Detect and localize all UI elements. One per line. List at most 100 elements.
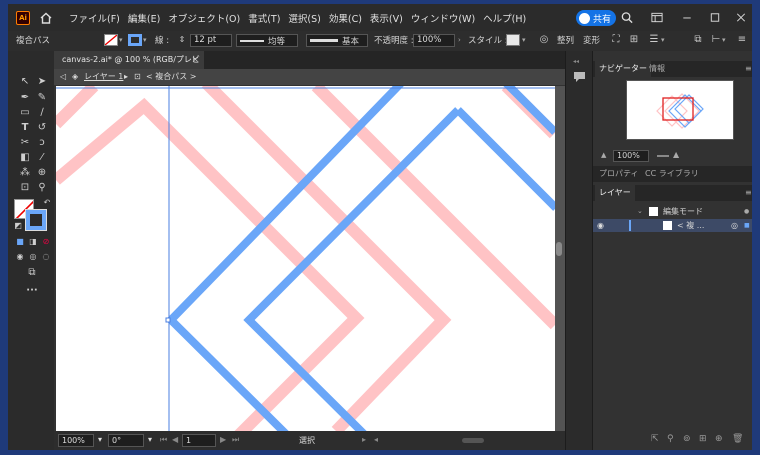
- menu-edit[interactable]: 編集(E): [124, 11, 164, 25]
- shape-edit-icon[interactable]: ⊞: [628, 34, 640, 46]
- eyedropper-tool-icon[interactable]: ⁄: [35, 151, 49, 165]
- zoom-slider[interactable]: [657, 155, 669, 157]
- zoom-input[interactable]: 100%: [58, 434, 94, 447]
- rotation-dropdown-icon[interactable]: ▾: [148, 435, 152, 444]
- rectangle-tool-icon[interactable]: ▭: [18, 106, 32, 120]
- comments-icon[interactable]: [573, 71, 586, 83]
- stroke-color-box[interactable]: [25, 209, 47, 231]
- close-tab-icon[interactable]: ×: [191, 51, 199, 69]
- navigator-menu-icon[interactable]: ≡: [741, 61, 752, 77]
- symbol-sprayer-tool-icon[interactable]: ⁂: [18, 166, 32, 180]
- screen-mode-icon[interactable]: ⧉: [25, 266, 39, 280]
- pin-dropdown-icon[interactable]: ▾: [722, 34, 729, 46]
- type-tool-icon[interactable]: T: [18, 121, 32, 135]
- workspace-switcher-icon[interactable]: [650, 11, 664, 24]
- menu-window[interactable]: ウィンドウ(W): [407, 11, 479, 25]
- pin-icon[interactable]: ⊢: [710, 34, 722, 46]
- pencil-tool-icon[interactable]: ✎: [35, 91, 49, 105]
- last-artboard-icon[interactable]: ⏭: [232, 435, 239, 445]
- recolor-icon[interactable]: ◎: [538, 34, 550, 46]
- layer-row[interactable]: ⌄ 編集モード ●: [593, 205, 752, 218]
- minimize-icon[interactable]: [680, 11, 694, 24]
- maximize-icon[interactable]: [708, 11, 722, 24]
- arrange-documents-icon[interactable]: ⧉: [692, 34, 704, 46]
- tab-properties[interactable]: プロパティ: [595, 166, 643, 182]
- fill-swatch[interactable]: [104, 34, 118, 46]
- zoom-dropdown-icon[interactable]: ▾: [98, 435, 102, 444]
- layers-menu-icon[interactable]: ≡: [741, 185, 752, 201]
- tab-navigator[interactable]: ナビゲーター: [595, 61, 651, 77]
- none-mode-icon[interactable]: ⊘: [39, 235, 53, 249]
- tab-libraries[interactable]: CC ライブラリ: [641, 166, 703, 182]
- home-icon[interactable]: [39, 11, 53, 25]
- stroke-weight-stepper-icon[interactable]: ⇕: [176, 34, 188, 46]
- tab-layers[interactable]: レイヤー: [595, 185, 635, 201]
- search-icon[interactable]: [620, 11, 634, 24]
- delete-icon[interactable]: 🗑: [732, 434, 743, 444]
- artboard-canvas[interactable]: [56, 86, 555, 431]
- pen-tool-icon[interactable]: ✒: [18, 91, 32, 105]
- variable-width-profile[interactable]: 均等: [236, 34, 298, 47]
- canvas-vertical-scrollbar[interactable]: [555, 86, 565, 431]
- chevron-down-icon[interactable]: ⌄: [637, 205, 643, 218]
- menu-help[interactable]: ヘルプ(H): [479, 11, 530, 25]
- menu-file[interactable]: ファイル(F): [65, 11, 124, 25]
- quick-actions-icon[interactable]: ☰: [648, 34, 660, 46]
- menu-type[interactable]: 書式(T): [244, 11, 284, 25]
- selection-tool-icon[interactable]: ↖: [18, 75, 32, 89]
- status-arrow-icon[interactable]: ▸: [362, 435, 366, 444]
- breadcrumb-layer[interactable]: レイヤー 1: [84, 69, 123, 85]
- sublayer-target-icon[interactable]: ◎: [731, 219, 738, 232]
- gradient-mode-icon[interactable]: ◨: [26, 235, 40, 249]
- panel-menu-icon[interactable]: ≡: [736, 34, 748, 46]
- tab-info[interactable]: 情報: [645, 61, 669, 77]
- layer-row-selected[interactable]: ◉ < 複 ... ◎ ■: [593, 219, 752, 232]
- stroke-dropdown-icon[interactable]: ▾: [143, 34, 150, 46]
- artboard-tool-icon[interactable]: ⊡: [18, 181, 32, 195]
- panel-collapse-icon[interactable]: ◂◂: [573, 58, 579, 65]
- horizontal-scrollbar-thumb[interactable]: [462, 438, 484, 443]
- first-artboard-icon[interactable]: ⏮: [160, 435, 167, 445]
- zoom-tool-icon[interactable]: ⚲: [35, 181, 49, 195]
- opacity-arrow-icon[interactable]: ›: [458, 34, 465, 46]
- scissors-tool-icon[interactable]: ✂: [18, 136, 32, 150]
- share-button[interactable]: 共有: [576, 10, 616, 26]
- rotation-input[interactable]: 0°: [108, 434, 144, 447]
- transform-link[interactable]: 変形: [583, 34, 600, 46]
- back-arrow-icon[interactable]: ◁: [60, 69, 66, 85]
- quick-actions-dropdown-icon[interactable]: ▾: [661, 34, 668, 46]
- menu-effect[interactable]: 効果(C): [325, 11, 366, 25]
- selection-indicator-icon[interactable]: ■: [744, 219, 750, 232]
- color-mode-icon[interactable]: ■: [13, 235, 27, 249]
- shape-builder-tool-icon[interactable]: ⊕: [35, 166, 49, 180]
- document-tab[interactable]: canvas-2.ai* @ 100 % (RGB/プレビュー) ×: [54, 51, 204, 82]
- gradient-tool-icon[interactable]: ◧: [18, 151, 32, 165]
- draw-inside-icon[interactable]: ◌: [39, 250, 53, 264]
- navigator-zoom-input[interactable]: 100%: [613, 150, 649, 162]
- style-dropdown-icon[interactable]: ▾: [522, 34, 529, 46]
- brush-tool-icon[interactable]: ∕: [35, 106, 49, 120]
- previous-artboard-icon[interactable]: ◀: [172, 435, 178, 444]
- new-layer-icon[interactable]: ⊕: [715, 434, 723, 444]
- menu-select[interactable]: 選択(S): [284, 11, 324, 25]
- default-colors-icon[interactable]: ◩: [11, 219, 25, 233]
- zoom-out-icon[interactable]: ▲: [601, 151, 606, 159]
- navigator-preview[interactable]: [626, 80, 734, 140]
- rotate-tool-icon[interactable]: ↺: [35, 121, 49, 135]
- artwork[interactable]: [56, 86, 555, 431]
- layer-target-icon[interactable]: ●: [744, 205, 749, 218]
- next-artboard-icon[interactable]: ▶: [220, 435, 226, 444]
- status-back-icon[interactable]: ◂: [374, 435, 378, 444]
- more-tools-icon[interactable]: ···: [25, 284, 39, 298]
- isolate-icon[interactable]: ⛶: [610, 34, 622, 46]
- clipping-mask-icon[interactable]: ⊚: [683, 434, 691, 444]
- zoom-in-icon[interactable]: ▲: [673, 150, 679, 159]
- scrollbar-thumb[interactable]: [556, 242, 562, 256]
- menu-object[interactable]: オブジェクト(O): [164, 11, 244, 25]
- opacity-input[interactable]: 100%: [413, 34, 455, 47]
- new-sublayer-icon[interactable]: ⊞: [699, 434, 707, 444]
- fill-dropdown-icon[interactable]: ▾: [119, 34, 126, 46]
- close-icon[interactable]: [734, 11, 748, 24]
- visibility-eye-icon[interactable]: ◉: [597, 219, 604, 232]
- locate-object-icon[interactable]: ⚲: [667, 434, 674, 444]
